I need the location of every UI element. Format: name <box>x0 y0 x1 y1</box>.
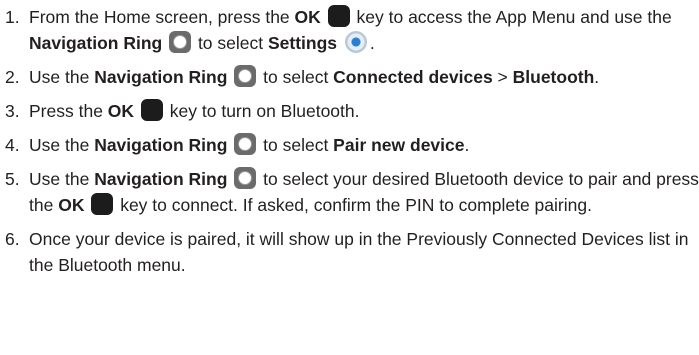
step-text: . <box>369 33 375 53</box>
step-text: to select <box>193 33 268 53</box>
step-text: Once your device is paired, it will show… <box>29 229 689 275</box>
ok-key-icon <box>91 193 114 215</box>
step-number: 6. <box>5 229 20 249</box>
step-number: 4. <box>5 135 20 155</box>
step-text: Use the <box>29 67 95 87</box>
step-text: From the Home screen, press the <box>29 7 295 27</box>
step-2: 2. Use the Navigation Ring to select Con… <box>5 64 699 90</box>
navigation-ring-icon <box>234 133 257 155</box>
settings-label: Settings <box>267 33 338 53</box>
step-text: Use the <box>29 135 95 155</box>
navigation-ring-icon <box>234 167 257 189</box>
step-text: to select <box>258 135 334 155</box>
step-1: 1. From the Home screen, press the OK ke… <box>5 4 699 56</box>
settings-gear-icon <box>344 31 367 53</box>
step-6: 6. Once your device is paired, it will s… <box>5 226 699 278</box>
step-5: 5. Use the Navigation Ring to select you… <box>5 166 699 218</box>
ok-key-label: OK <box>58 195 85 215</box>
step-text: key to access the App Menu and use the <box>351 7 672 27</box>
navigation-ring-label: Navigation Ring <box>94 169 228 189</box>
ok-key-label: OK <box>294 7 321 27</box>
step-text: to select <box>258 67 334 87</box>
step-number: 1. <box>5 7 20 27</box>
step-text: Press the <box>29 101 108 121</box>
step-text: . <box>594 67 600 87</box>
ok-key-label: OK <box>107 101 135 121</box>
step-number: 2. <box>5 67 20 87</box>
navigation-ring-label: Navigation Ring <box>29 33 163 53</box>
step-text: key to turn on Bluetooth. <box>164 101 360 121</box>
step-text: . <box>464 135 470 155</box>
navigation-ring-label: Navigation Ring <box>94 135 228 155</box>
step-number: 5. <box>5 169 20 189</box>
step-text: Use the <box>29 169 95 189</box>
navigation-ring-label: Navigation Ring <box>94 67 228 87</box>
navigation-ring-icon <box>234 65 257 87</box>
navigation-ring-icon <box>169 31 192 53</box>
step-4: 4. Use the Navigation Ring to select Pai… <box>5 132 699 158</box>
step-number: 3. <box>5 101 20 121</box>
step-text: key to connect. If asked, confirm the PI… <box>115 195 592 215</box>
ok-key-icon <box>140 99 163 121</box>
bluetooth-label: Bluetooth <box>512 67 595 87</box>
instruction-steps: 1. From the Home screen, press the OK ke… <box>0 0 699 278</box>
step-text: > <box>492 67 513 87</box>
pair-new-device-label: Pair new device <box>333 135 465 155</box>
step-3: 3. Press the OK key to turn on Bluetooth… <box>5 98 699 124</box>
ok-key-icon <box>327 5 350 27</box>
connected-devices-label: Connected devices <box>333 67 493 87</box>
